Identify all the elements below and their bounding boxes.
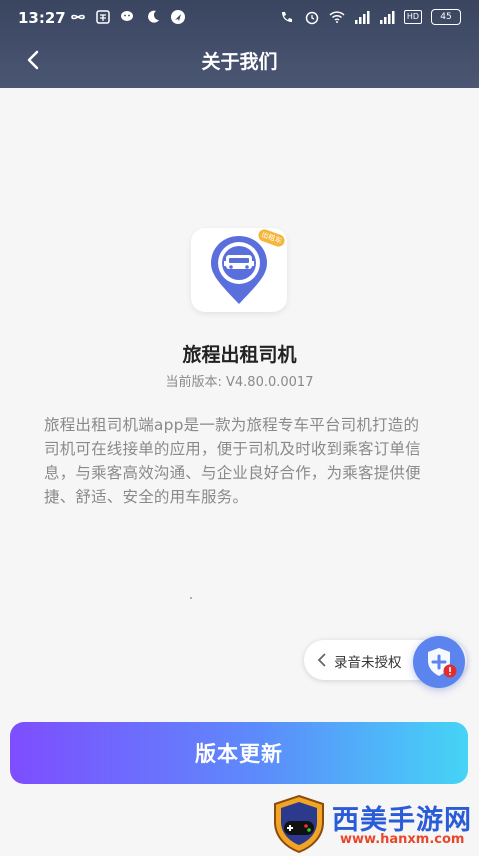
watermark-url: www.hanxm.com bbox=[340, 832, 465, 847]
hd-badge: HD bbox=[403, 10, 422, 24]
moon-icon bbox=[145, 9, 161, 25]
status-bar: 13:27 HD 45 bbox=[0, 0, 479, 36]
wifi-icon bbox=[329, 9, 345, 25]
app-name: 旅程出租司机 bbox=[182, 344, 297, 366]
version-update-button[interactable]: 版本更新 bbox=[10, 722, 468, 784]
chevron-left-icon bbox=[317, 653, 326, 667]
status-right-icons: HD 45 bbox=[279, 9, 461, 25]
battery-indicator: 45 bbox=[431, 9, 461, 25]
app-version: 当前版本: V4.80.0.0017 bbox=[165, 375, 314, 390]
alarm-icon bbox=[304, 9, 320, 25]
status-time: 13:27 bbox=[18, 9, 66, 27]
permission-shield-button[interactable] bbox=[413, 636, 465, 688]
status-left-icons bbox=[70, 9, 186, 25]
decorative-dot bbox=[190, 597, 192, 599]
signal-icon-1 bbox=[354, 9, 370, 25]
signal-icon-2 bbox=[379, 9, 395, 25]
app-icon: 出租车 bbox=[191, 227, 287, 312]
gamepad-shield-logo-icon bbox=[274, 794, 324, 854]
wechat-icon bbox=[120, 9, 136, 25]
call-icon bbox=[279, 9, 295, 25]
navigation-icon bbox=[170, 9, 186, 25]
header: 13:27 HD 45 关于我们 bbox=[0, 0, 479, 88]
watermark: 西美手游网 www.hanxm.com bbox=[262, 792, 479, 856]
recording-permission-label: 录音未授权 bbox=[334, 655, 402, 671]
infinity-icon bbox=[70, 9, 86, 25]
app-notification-icon bbox=[95, 9, 111, 25]
page-title: 关于我们 bbox=[201, 51, 278, 73]
app-description: 旅程出租司机端app是一款为旅程专车平台司机打造的司机可在线接单的应用，便于司机… bbox=[44, 416, 421, 506]
shield-alert-icon bbox=[428, 648, 457, 678]
